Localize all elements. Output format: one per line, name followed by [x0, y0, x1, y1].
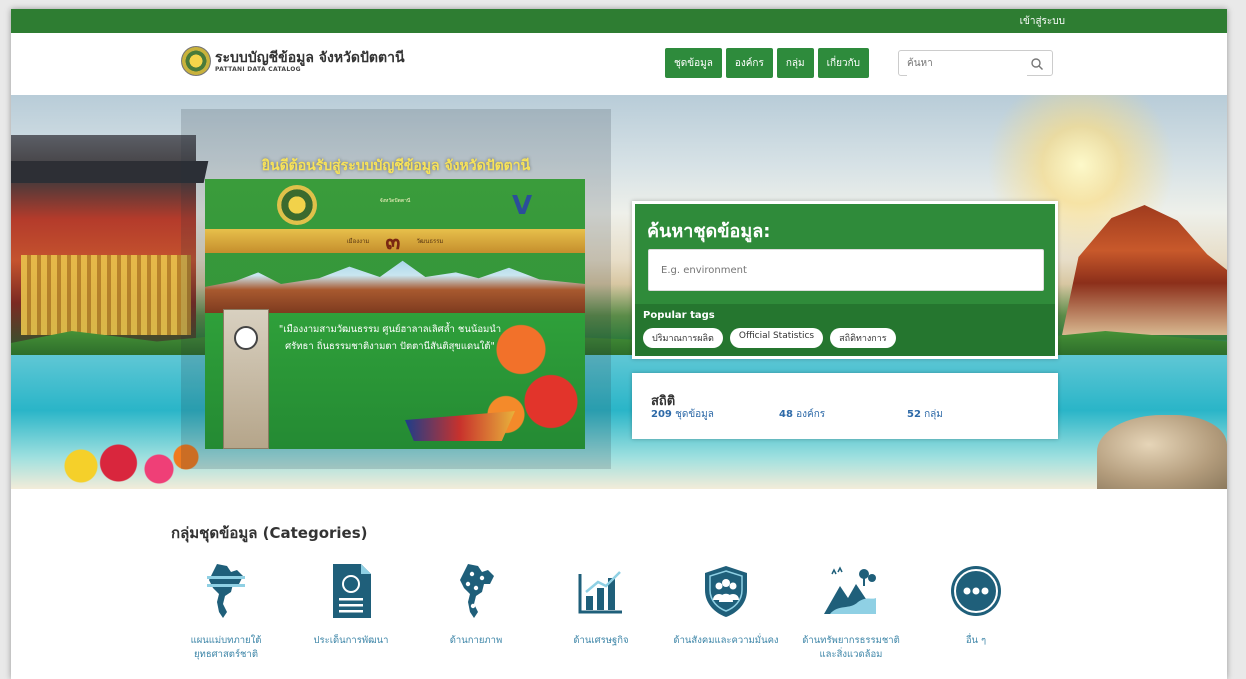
tag-official-stats-thai[interactable]: สถิติทางการ [830, 328, 896, 348]
category-label: ประเด็นการพัฒนา [313, 635, 389, 646]
category-label: อื่น ๆ [965, 635, 987, 646]
popular-tags-label: Popular tags [643, 310, 715, 321]
tag-production[interactable]: ปริมาณการผลิต [643, 328, 723, 348]
category-development-issues[interactable]: ประเด็นการพัฒนา [286, 562, 416, 648]
flowers-image [51, 430, 201, 489]
category-national-strategy[interactable]: แผนแม่บทภายใต้ ยุทธศาสตร์ชาติ [161, 562, 291, 662]
province-seal-icon [277, 185, 317, 225]
pattani-seal-icon [181, 46, 211, 76]
poster-band-left: เมืองงาม [346, 238, 370, 245]
document-icon [322, 562, 380, 620]
nav-organizations-button[interactable]: องค์กร [725, 48, 773, 78]
popular-tags: ปริมาณการผลิต Official Statistics สถิติท… [643, 328, 896, 348]
header-search-input[interactable] [907, 51, 1027, 76]
more-icon [947, 562, 1005, 620]
poster-band-right: วัฒนธรรม [416, 238, 444, 245]
site-logo[interactable]: ระบบบัญชีข้อมูล จังหวัดปัตตานี PATTANI D… [181, 46, 405, 76]
dataset-search-input[interactable] [648, 249, 1044, 291]
thailand-map-icon [197, 562, 255, 620]
category-label: ด้านกายภาพ [449, 635, 503, 646]
stat-groups[interactable]: 52 กลุ่ม [907, 407, 943, 422]
category-label: แผนแม่บทภายใต้ ยุทธศาสตร์ชาติ [190, 635, 262, 660]
tag-official-statistics[interactable]: Official Statistics [729, 328, 824, 348]
site-title: ระบบบัญชีข้อมูล จังหวัดปัตตานี [215, 49, 405, 66]
top-account-bar: เข้าสู่ระบบ [11, 9, 1227, 33]
category-label: ด้านสังคมและความมั่นคง [673, 635, 779, 646]
category-economy[interactable]: ด้านเศรษฐกิจ [536, 562, 666, 648]
shrine-image [11, 135, 209, 345]
welcome-title: ยินดีต้อนรับสู่ระบบบัญชีข้อมูล จังหวัดปั… [261, 158, 531, 174]
nav-datasets-button[interactable]: ชุดข้อมูล [665, 48, 722, 78]
dataset-search-panel: ค้นหาชุดข้อมูล: Popular tags ปริมาณการผล… [632, 201, 1058, 359]
nav-about-button[interactable]: เกี่ยวกับ [817, 48, 869, 78]
rock-image [1097, 415, 1227, 489]
people-shield-icon [697, 562, 755, 620]
welcome-panel: ยินดีต้อนรับสู่ระบบบัญชีข้อมูล จังหวัดปั… [181, 109, 611, 469]
hero-banner: ยินดีต้อนรับสู่ระบบบัญชีข้อมูล จังหวัดปั… [11, 95, 1227, 489]
category-label: ด้านทรัพยากรธรรมชาติ และสิ่งแวดล้อม [802, 635, 900, 660]
categories-heading: กลุ่มชุดข้อมูล (Categories) [171, 524, 368, 542]
dataset-search-title: ค้นหาชุดข้อมูล: [647, 221, 771, 242]
nav-groups-button[interactable]: กลุ่ม [776, 48, 814, 78]
poster-quote: "เมืองงามสามวัฒนธรรม ศูนย์ฮาลาลเลิศล้ำ ช… [278, 324, 502, 352]
categories-list: แผนแม่บทภายใต้ ยุทธศาสตร์ชาติ ประเด็นการ… [161, 562, 1061, 672]
search-icon[interactable] [1030, 57, 1044, 71]
site-subtitle: PATTANI DATA CATALOG [215, 65, 301, 73]
thailand-pins-icon [447, 562, 505, 620]
category-other[interactable]: อื่น ๆ [911, 562, 1041, 648]
org-logo-icon: V [511, 191, 533, 221]
site-header: ระบบบัญชีข้อมูล จังหวัดปัตตานี PATTANI D… [11, 33, 1227, 95]
category-natural-resources[interactable]: ด้านทรัพยากรธรรมชาติ และสิ่งแวดล้อม [786, 562, 916, 662]
header-search [898, 50, 1053, 76]
nature-icon [822, 562, 880, 620]
statistics-panel: สถิติ 209 ชุดข้อมูล 48 องค์กร 52 กลุ่ม [632, 373, 1058, 439]
bar-chart-icon [572, 562, 630, 620]
login-link[interactable]: เข้าสู่ระบบ [1020, 14, 1065, 29]
stat-datasets[interactable]: 209 ชุดข้อมูล [651, 407, 714, 422]
province-poster: จังหวัดปัตตานี V เมืองงาม ๓ วัฒนธรรม "เม… [205, 179, 585, 449]
category-label: ด้านเศรษฐกิจ [573, 635, 629, 646]
clock-tower-image [223, 309, 269, 449]
stat-organizations[interactable]: 48 องค์กร [779, 407, 825, 422]
main-nav: ชุดข้อมูล องค์กร กลุ่ม เกี่ยวกับ [665, 48, 869, 78]
browser-page: เข้าสู่ระบบ ระบบบัญชีข้อมูล จังหวัดปัตตา… [11, 9, 1227, 679]
poster-band-number: ๓ [385, 229, 401, 255]
poster-band: เมืองงาม ๓ วัฒนธรรม [205, 229, 585, 255]
category-society-security[interactable]: ด้านสังคมและความมั่นคง [661, 562, 791, 648]
poster-buildings [205, 260, 585, 313]
category-physical[interactable]: ด้านกายภาพ [411, 562, 541, 648]
